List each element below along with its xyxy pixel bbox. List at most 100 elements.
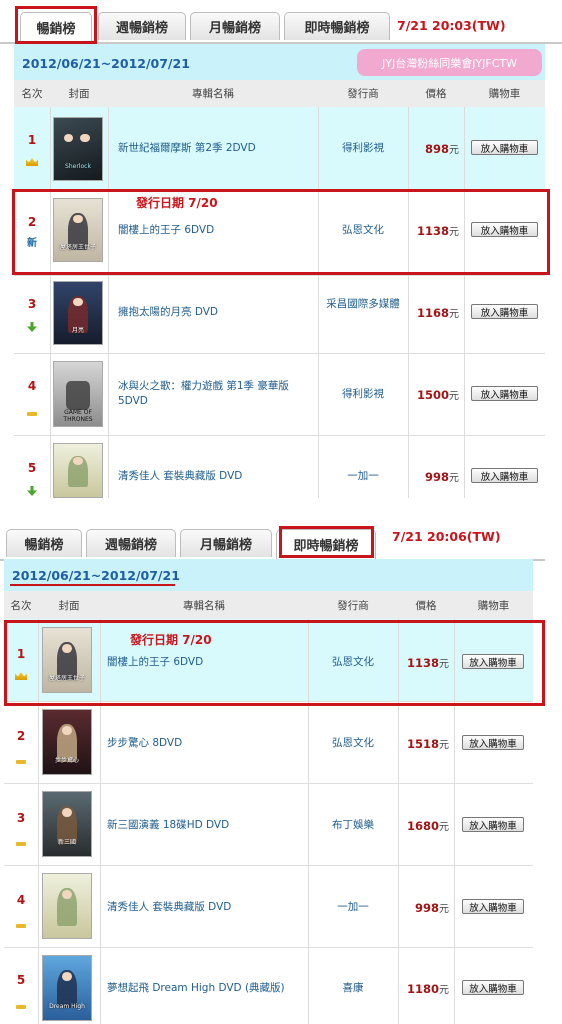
add-to-cart-button[interactable]: 放入購物車 xyxy=(471,140,538,155)
release-date-note: 發行日期 7/20 xyxy=(136,196,218,210)
publisher-name: 采昌國際多媒體 xyxy=(326,298,400,310)
album-cover[interactable]: Sherlock xyxy=(53,117,103,181)
add-to-cart-button[interactable]: 放入購物車 xyxy=(471,222,538,237)
tab-monthly-bestseller[interactable]: 月暢銷榜 xyxy=(190,12,280,40)
table-row: 1 屋塔房王世子 發行日期 7/20 闇樓上的王子 6DVD 弘恩文化 1138… xyxy=(4,619,533,702)
column-cover: 封面 xyxy=(68,88,90,100)
price: 1168元 xyxy=(416,306,459,320)
add-to-cart-button[interactable]: 放入購物車 xyxy=(471,468,538,483)
price: 1180元 xyxy=(406,982,449,996)
price: 1680元 xyxy=(406,819,449,833)
price: 998元 xyxy=(424,470,459,484)
table-row: 5 Dream High 夢想起飛 Dream High DVD (典藏版) 喜… xyxy=(4,947,533,1024)
column-cover: 封面 xyxy=(58,599,80,612)
price: 1500元 xyxy=(416,388,459,402)
album-cover[interactable]: GAME OF THRONES xyxy=(53,361,103,427)
album-cover[interactable]: 新三國 xyxy=(42,791,92,857)
price: 1518元 xyxy=(406,737,449,751)
crown-icon xyxy=(26,158,38,166)
album-title-link[interactable]: 新世紀福爾摩斯 第2季 2DVD xyxy=(118,141,314,156)
down-arrow-icon xyxy=(27,322,37,332)
tab-weekly-bestseller[interactable]: 週暢銷榜 xyxy=(86,529,176,557)
publisher-name: 弘恩文化 xyxy=(342,224,384,236)
publisher-name: 一加一 xyxy=(347,470,379,482)
column-price: 價格 xyxy=(415,599,437,612)
rank-number: 1 xyxy=(16,647,26,661)
rank-number: 3 xyxy=(16,811,26,825)
price: 898元 xyxy=(424,142,459,156)
date-range: 2012/06/21~2012/07/21 xyxy=(12,568,180,583)
album-cover[interactable] xyxy=(42,873,92,939)
tab-realtime-bestseller[interactable]: 即時暢銷榜 xyxy=(284,12,390,40)
column-rank: 名次 xyxy=(10,599,32,612)
publisher-name: 弘恩文化 xyxy=(332,656,374,668)
add-to-cart-button[interactable]: 放入購物車 xyxy=(462,654,524,669)
add-to-cart-button[interactable]: 放入購物車 xyxy=(462,735,524,750)
table-row: 3 月亮 擁抱太陽的月亮 DVD 采昌國際多媒體 1168元 放入購物車 xyxy=(14,275,545,354)
add-to-cart-button[interactable]: 放入購物車 xyxy=(471,304,538,319)
publisher-name: 得利影視 xyxy=(342,388,384,400)
annotation-underline xyxy=(10,584,175,586)
column-album-title: 專輯名稱 xyxy=(192,88,234,100)
album-cover[interactable]: 屋塔房王世子 xyxy=(42,627,92,693)
rank-number: 5 xyxy=(27,461,37,475)
album-title-link[interactable]: 新三國演義 18碟HD DVD xyxy=(107,818,303,833)
add-to-cart-button[interactable]: 放入購物車 xyxy=(471,386,538,401)
publisher-name: 布丁娛樂 xyxy=(332,819,374,831)
album-cover[interactable]: Dream High xyxy=(42,955,92,1021)
album-title-link[interactable]: 闇樓上的王子 6DVD xyxy=(118,223,314,238)
rank-number: 5 xyxy=(16,973,26,987)
tab-bestseller[interactable]: 暢銷榜 xyxy=(6,529,82,557)
album-title-link[interactable]: 步步驚心 8DVD xyxy=(107,736,303,751)
album-cover[interactable]: 步步驚心 xyxy=(42,709,92,775)
tab-bestseller[interactable]: 暢銷榜 xyxy=(20,12,92,42)
column-album-title: 專輯名稱 xyxy=(183,599,225,612)
column-rank: 名次 xyxy=(21,88,43,100)
album-title-link[interactable]: 清秀佳人 套裝典藏版 DVD xyxy=(107,900,303,915)
table-header: 名次 封面 專輯名稱 發行商 價格 購物車 xyxy=(4,591,533,619)
add-to-cart-button[interactable]: 放入購物車 xyxy=(462,980,524,995)
release-date-note: 發行日期 7/20 xyxy=(130,633,212,647)
table-row: 5 清秀佳人 套裝典藏版 DVD 一加一 998元 放入購物車 xyxy=(14,435,545,498)
chart-panel-snapshot-2: 暢銷榜 週暢銷榜 月暢銷榜 即時暢銷榜 7/21 20:06(TW) 2012/… xyxy=(0,517,545,1024)
album-title-link[interactable]: 冰與火之歌：權力遊戲 第1季 豪華版 5DVD xyxy=(118,379,314,409)
add-to-cart-button[interactable]: 放入購物車 xyxy=(462,817,524,832)
album-title-link[interactable]: 擁抱太陽的月亮 DVD xyxy=(118,305,314,320)
price: 1138元 xyxy=(406,656,449,670)
publisher-name: 得利影視 xyxy=(342,142,384,154)
album-title-link[interactable]: 清秀佳人 套裝典藏版 DVD xyxy=(118,469,314,484)
date-range: 2012/06/21~2012/07/21 xyxy=(22,56,190,71)
chart-panel-snapshot-1: 暢銷榜 週暢銷榜 月暢銷榜 即時暢銷榜 7/21 20:03(TW) 2012/… xyxy=(0,0,562,498)
table-row: 3 新三國 新三國演義 18碟HD DVD 布丁娛樂 1680元 放入購物車 xyxy=(4,783,533,866)
flat-dash-icon xyxy=(27,412,37,416)
down-arrow-icon xyxy=(27,486,37,496)
table-row: 4 清秀佳人 套裝典藏版 DVD 一加一 998元 放入購物車 xyxy=(4,865,533,948)
table-row: 4 GAME OF THRONES 冰與火之歌：權力遊戲 第1季 豪華版 5DV… xyxy=(14,353,545,436)
flat-dash-icon xyxy=(16,842,26,846)
add-to-cart-button[interactable]: 放入購物車 xyxy=(462,899,524,914)
album-cover[interactable] xyxy=(53,443,103,498)
watermark-badge: JYJ台灣粉絲同樂會JYJFCTW xyxy=(357,49,542,76)
tab-realtime-bestseller[interactable]: 即時暢銷榜 xyxy=(276,529,376,559)
tab-monthly-bestseller[interactable]: 月暢銷榜 xyxy=(180,529,272,557)
column-price: 價格 xyxy=(425,88,447,100)
tab-weekly-bestseller[interactable]: 週暢銷榜 xyxy=(98,12,186,40)
column-publisher: 發行商 xyxy=(347,88,379,100)
album-title-link[interactable]: 夢想起飛 Dream High DVD (典藏版) xyxy=(107,981,303,996)
rank-number: 3 xyxy=(27,297,37,311)
rank-number: 2 xyxy=(16,729,26,743)
album-title-link[interactable]: 闇樓上的王子 6DVD xyxy=(107,655,303,670)
crown-icon xyxy=(15,672,27,680)
column-cart: 購物車 xyxy=(477,599,510,612)
album-cover[interactable]: 屋塔房王世子 xyxy=(53,198,103,262)
publisher-name: 弘恩文化 xyxy=(332,737,374,749)
rank-number: 4 xyxy=(16,893,26,907)
album-cover[interactable]: 月亮 xyxy=(53,281,103,345)
table-row: 2 新 屋塔房王世子 發行日期 7/20 闇樓上的王子 6DVD 弘恩文化 11… xyxy=(14,191,545,276)
table-header: 名次 封面 專輯名稱 發行商 價格 購物車 xyxy=(14,80,545,107)
new-entry-badge: 新 xyxy=(27,238,37,249)
flat-dash-icon xyxy=(16,1005,26,1009)
table-row: 1 Sherlock 新世紀福爾摩斯 第2季 2DVD 得利影視 898元 放入… xyxy=(14,107,545,192)
capture-timestamp: 7/21 20:06(TW) xyxy=(392,529,501,544)
column-publisher: 發行商 xyxy=(337,599,369,612)
